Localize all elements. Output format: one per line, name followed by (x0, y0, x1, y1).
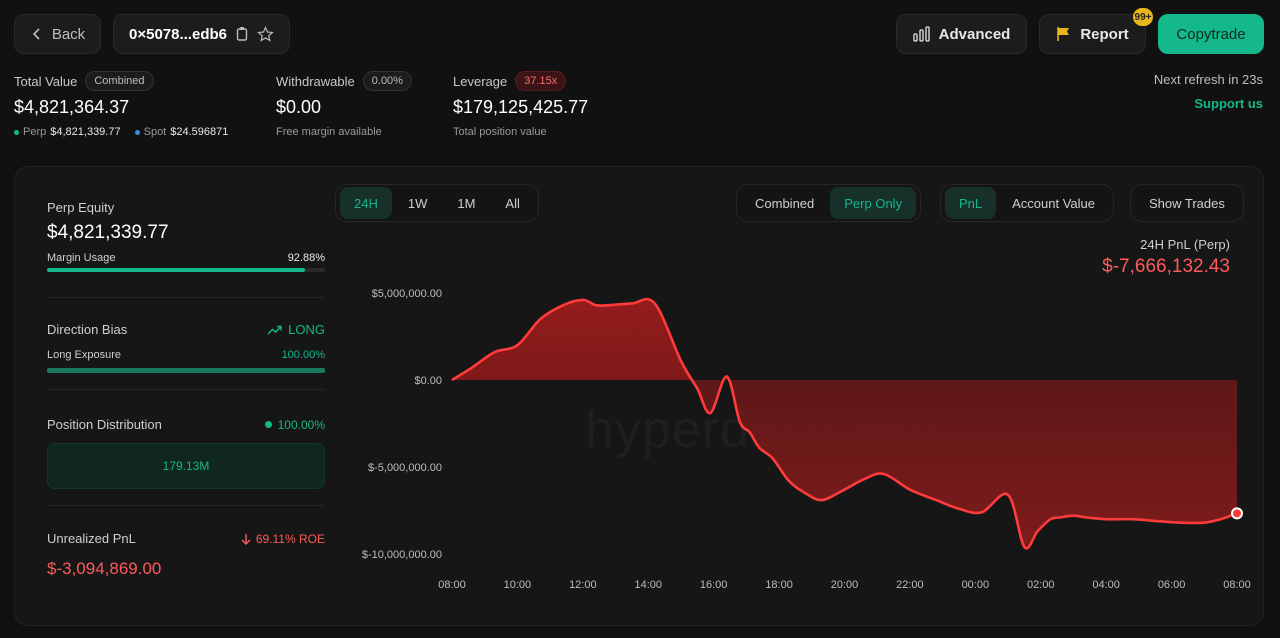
x-tick-label: 20:00 (831, 579, 859, 591)
pnl-end-point (1231, 507, 1243, 520)
x-tick-label: 16:00 (700, 579, 728, 591)
x-tick-label: 08:00 (1223, 579, 1251, 591)
x-tick-label: 14:00 (634, 579, 662, 591)
x-tick-label: 00:00 (962, 579, 990, 591)
pnl-chart[interactable]: $5,000,000.00 $0.00 $-5,000,000.00 $-10,000… (0, 0, 1280, 638)
y-tick-label: $0.00 (414, 375, 442, 387)
x-tick-label: 06:00 (1158, 579, 1186, 591)
x-tick-label: 02:00 (1027, 579, 1055, 591)
x-tick-label: 22:00 (896, 579, 924, 591)
y-tick-label: $-5,000,000.00 (368, 462, 442, 474)
y-tick-label: $-10,000,000.00 (362, 549, 442, 561)
x-tick-label: 18:00 (765, 579, 793, 591)
x-tick-label: 04:00 (1092, 579, 1120, 591)
x-tick-label: 10:00 (504, 579, 532, 591)
y-tick-label: $5,000,000.00 (372, 288, 442, 300)
x-tick-label: 12:00 (569, 579, 597, 591)
x-tick-label: 08:00 (438, 579, 466, 591)
